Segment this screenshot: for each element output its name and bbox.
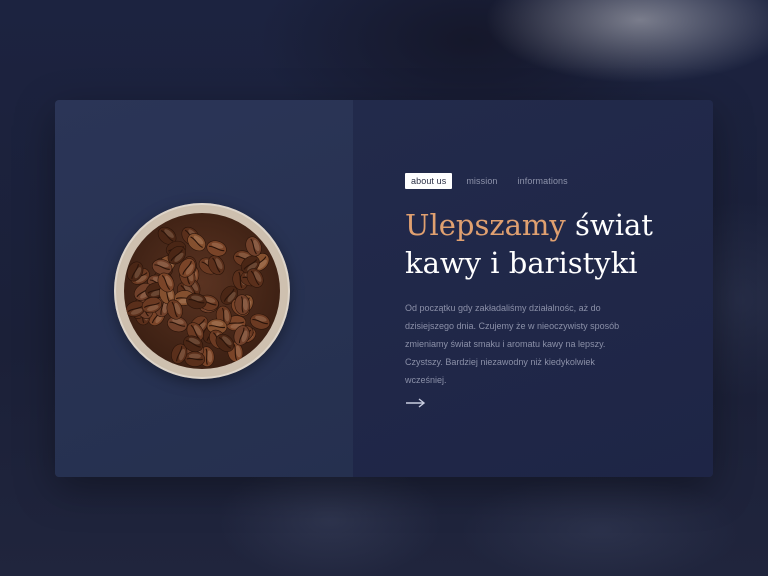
tab-mission[interactable]: mission	[460, 173, 503, 189]
title-line1-rest: świat	[565, 208, 653, 242]
title-accent: Ulepszamy	[405, 208, 566, 242]
tab-about-us[interactable]: about us	[405, 173, 453, 189]
coffee-beans	[124, 213, 280, 369]
image-panel	[55, 100, 353, 477]
coffee-beans-illustration	[125, 226, 271, 367]
hero-card: about us mission informations Ulepszamy …	[55, 100, 713, 477]
description-text: Od początku gdy zakładaliśmy działalnośc…	[405, 303, 620, 385]
page-title: Ulepszamy świat kawy i baristyki	[405, 206, 705, 282]
tab-bar: about us mission informations	[405, 173, 582, 189]
content-panel: about us mission informations Ulepszamy …	[353, 100, 713, 477]
tab-informations[interactable]: informations	[512, 173, 574, 189]
title-line2: kawy i baristyki	[405, 246, 638, 280]
arrow-right-icon[interactable]	[405, 396, 427, 410]
coffee-beans-jar-image	[114, 203, 290, 379]
